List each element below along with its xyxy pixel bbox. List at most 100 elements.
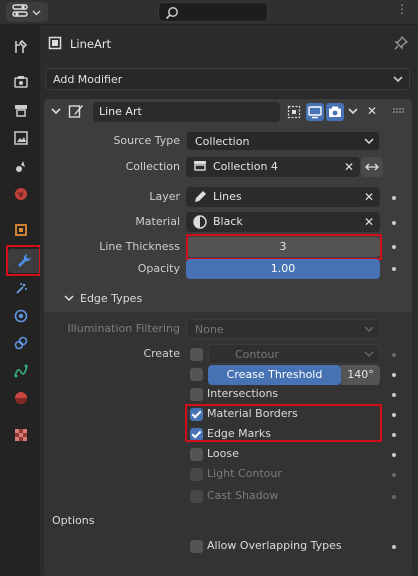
keyframe-dot[interactable] [392, 453, 396, 457]
keyframe-dot[interactable] [392, 353, 396, 357]
physics-tab-icon[interactable] [8, 304, 34, 328]
material-field[interactable]: Black ✕ [186, 212, 380, 232]
material-sphere-icon [193, 215, 207, 236]
contour-label: Contour [235, 348, 279, 361]
collection-icon [193, 158, 207, 179]
keyframe-dot[interactable] [392, 473, 396, 477]
crease-threshold-slider[interactable]: Crease Threshold [208, 365, 341, 385]
collapse-chevron-icon[interactable] [50, 105, 62, 120]
render-toggle-icon[interactable] [326, 103, 344, 121]
world-tab-icon[interactable] [8, 182, 34, 206]
swap-arrows-icon [365, 160, 379, 181]
highlight-frame-modifier-tab [6, 245, 41, 276]
line-art-modifier-icon [68, 103, 84, 122]
keyframe-dot[interactable] [392, 393, 396, 397]
keyframe-dot[interactable] [392, 267, 396, 271]
light-contour-checkbox[interactable] [190, 468, 203, 481]
properties-editor-icon [12, 3, 28, 21]
pin-icon[interactable] [394, 35, 409, 53]
illumination-value: None [195, 323, 224, 336]
intersections-label: Intersections [207, 387, 279, 400]
contour-enable-checkbox[interactable] [190, 348, 203, 361]
layer-field[interactable]: Lines ✕ [186, 187, 380, 207]
options-menu-icon[interactable]: ⋮ [396, 2, 408, 16]
modifier-name-field[interactable]: Line Art [93, 102, 280, 122]
keyframe-dot[interactable] [392, 545, 396, 549]
properties-tab-strip [0, 25, 40, 576]
output-tab-icon[interactable] [8, 98, 34, 122]
chevron-down-icon [393, 72, 403, 89]
keyframe-dot[interactable] [392, 221, 396, 225]
cast-shadow-checkbox[interactable] [190, 490, 203, 503]
loose-checkbox[interactable] [190, 448, 203, 461]
material-tab-icon[interactable] [8, 386, 34, 410]
clear-material-icon[interactable]: ✕ [364, 212, 374, 232]
loose-label: Loose [207, 447, 239, 460]
add-modifier-label: Add Modifier [53, 72, 123, 86]
properties-header: ⋮ [0, 0, 418, 25]
tool-tab-icon[interactable] [8, 35, 34, 59]
render-tab-icon[interactable] [8, 70, 34, 94]
illumination-filtering-dropdown[interactable]: None [186, 319, 380, 339]
chevron-down-icon [364, 320, 374, 345]
layer-value: Lines [213, 190, 242, 203]
options-label: Options [52, 514, 95, 527]
line-art-modifier-panel: Line Art ✕ Source Type Collection Collec… [44, 99, 412, 576]
keyframe-dot[interactable] [392, 196, 396, 200]
view-layer-tab-icon[interactable] [8, 126, 34, 150]
opacity-label: Opacity [137, 262, 180, 275]
allow-overlapping-checkbox[interactable] [190, 540, 203, 553]
layer-label: Layer [149, 190, 180, 203]
allow-overlapping-label: Allow Overlapping Types [207, 539, 342, 552]
scene-tab-icon[interactable] [8, 154, 34, 178]
source-type-value: Collection [195, 135, 250, 148]
create-label: Create [143, 347, 180, 360]
source-type-dropdown[interactable]: Collection [186, 131, 380, 151]
light-contour-label: Light Contour [207, 467, 282, 480]
edge-types-subpanel: Illumination Filtering None Create Conto… [44, 312, 412, 576]
keyframe-dot[interactable] [392, 413, 396, 417]
search-icon [165, 7, 178, 20]
data-tab-icon[interactable] [8, 359, 34, 383]
particles-tab-icon[interactable] [8, 277, 34, 301]
add-modifier-dropdown[interactable]: Add Modifier [45, 68, 410, 90]
remove-modifier-icon[interactable]: ✕ [367, 104, 377, 118]
viewport-display-toggle-icon[interactable] [306, 103, 324, 121]
clear-layer-icon[interactable]: ✕ [364, 187, 374, 207]
opacity-slider[interactable]: 1.00 [186, 259, 380, 279]
edit-mode-toggle-icon[interactable] [285, 103, 303, 121]
chevron-down-icon [32, 6, 41, 19]
collection-field[interactable]: Collection 4 ✕ [186, 157, 360, 177]
chevron-down-icon [364, 132, 374, 157]
clear-collection-icon[interactable]: ✕ [344, 157, 354, 177]
contour-dropdown[interactable]: Contour [208, 344, 380, 364]
crease-threshold-value[interactable]: 140° [341, 365, 380, 385]
grease-pencil-object-icon [48, 36, 62, 53]
highlight-frame-line-thickness [186, 234, 382, 260]
collection-label: Collection [125, 160, 180, 173]
keyframe-dot[interactable] [392, 433, 396, 437]
edge-types-header[interactable]: Edge Types [80, 292, 142, 305]
chevron-down-icon[interactable] [348, 106, 358, 119]
keyframe-dot[interactable] [392, 373, 396, 377]
keyframe-dot[interactable] [392, 495, 396, 499]
editor-type-button[interactable] [6, 2, 48, 22]
source-type-label: Source Type [113, 134, 180, 147]
line-thickness-label: Line Thickness [99, 240, 180, 253]
highlight-frame-material-edge [185, 404, 382, 442]
texture-tab-icon[interactable] [8, 423, 34, 447]
drag-handle-icon[interactable] [392, 107, 406, 120]
object-tab-icon[interactable] [8, 218, 34, 242]
object-name: LineArt [70, 37, 112, 51]
crease-checkbox[interactable] [190, 368, 203, 381]
constraints-tab-icon[interactable] [8, 331, 34, 355]
modifier-header: Line Art ✕ [44, 99, 412, 125]
search-input[interactable] [158, 2, 268, 22]
material-value: Black [213, 215, 243, 228]
collapse-chevron-icon[interactable] [64, 293, 74, 306]
keyframe-dot[interactable] [392, 245, 396, 249]
swap-collection-button[interactable] [361, 157, 383, 177]
cast-shadow-label: Cast Shadow [207, 489, 279, 502]
material-label: Material [135, 215, 180, 228]
intersections-checkbox[interactable] [190, 388, 203, 401]
